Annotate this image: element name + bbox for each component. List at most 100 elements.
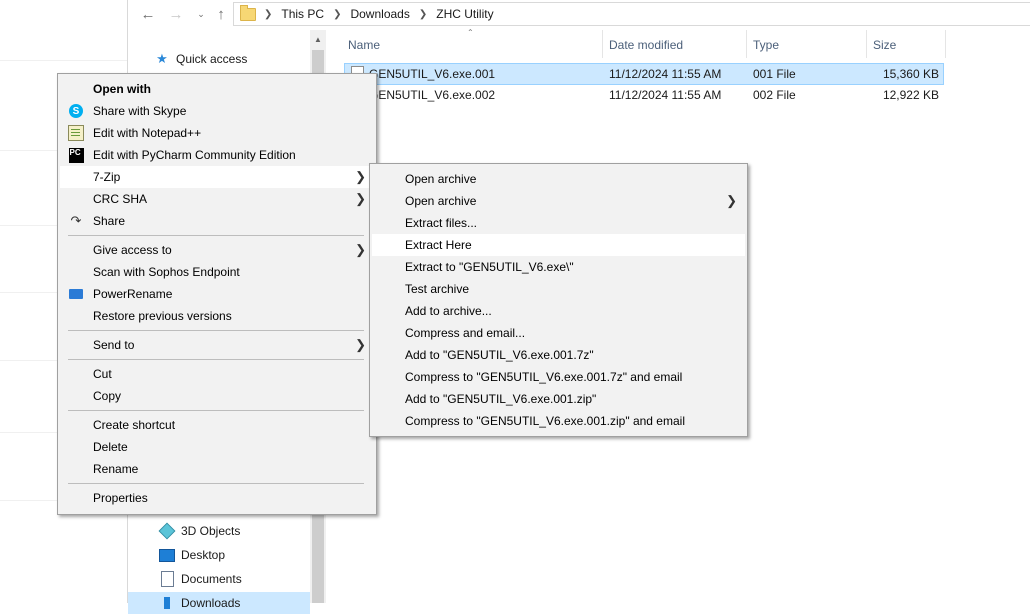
menu-item-label: Add to archive... <box>405 304 492 318</box>
menu-item-label: Compress to "GEN5UTIL_V6.exe.001.zip" an… <box>405 414 685 428</box>
menu-item-properties[interactable]: Properties <box>60 487 374 509</box>
downloads-icon <box>159 595 175 611</box>
menu-item-delete[interactable]: Delete <box>60 436 374 458</box>
nav-item-label: Documents <box>181 572 242 586</box>
star-icon: ★ <box>156 51 168 66</box>
menu-item-label: Share with Skype <box>93 104 187 118</box>
up-arrow-icon[interactable]: ↑ <box>211 4 231 24</box>
breadcrumb-this-pc[interactable]: This PC <box>281 7 324 21</box>
column-divider[interactable] <box>945 30 946 58</box>
nav-item-label: Desktop <box>181 548 226 562</box>
submenu-item-add-to-archive[interactable]: Add to archive... <box>372 300 745 322</box>
file-row[interactable]: GEN5UTIL_V6.exe.001 11/12/2024 11:55 AM … <box>344 63 944 85</box>
menu-item-label: Copy <box>93 389 122 403</box>
menu-item-label: Extract Here <box>405 238 472 252</box>
column-divider[interactable] <box>746 30 747 58</box>
nav-item-label: Quick access <box>176 52 248 66</box>
menu-item-label: Open archive <box>405 194 477 208</box>
menu-item-power-rename[interactable]: PowerRename <box>60 283 374 305</box>
menu-separator <box>68 359 364 360</box>
file-row[interactable]: GEN5UTIL_V6.exe.002 11/12/2024 11:55 AM … <box>344 85 942 105</box>
chevron-right-icon: ❯ <box>355 169 366 184</box>
cube-icon <box>158 522 176 540</box>
folder-icon <box>240 4 256 21</box>
file-name: GEN5UTIL_V6.exe.002 <box>369 88 496 102</box>
column-header-type[interactable]: Type <box>753 36 779 54</box>
submenu-item-add-to-zip[interactable]: Add to "GEN5UTIL_V6.exe.001.zip" <box>372 388 745 410</box>
submenu-item-compress-to-zip-and-email[interactable]: Compress to "GEN5UTIL_V6.exe.001.zip" an… <box>372 410 745 432</box>
column-header-name[interactable]: Name <box>348 36 380 54</box>
menu-item-label: Add to "GEN5UTIL_V6.exe.001.zip" <box>405 392 597 406</box>
menu-item-edit-with-pycharm[interactable]: PC Edit with PyCharm Community Edition <box>60 144 374 166</box>
menu-item-label: Send to <box>93 338 135 352</box>
submenu-item-test-archive[interactable]: Test archive <box>372 278 745 300</box>
column-divider[interactable] <box>866 30 867 58</box>
menu-item-edit-with-notepad-plus-plus[interactable]: Edit with Notepad++ <box>60 122 374 144</box>
menu-item-label: Rename <box>93 462 139 476</box>
menu-item-label: Delete <box>93 440 128 454</box>
menu-item-label: Properties <box>93 491 148 505</box>
scroll-up-arrow-icon[interactable]: ▲ <box>310 31 326 47</box>
nav-item-label: Downloads <box>181 596 241 610</box>
menu-item-give-access-to[interactable]: Give access to ❯ <box>60 239 374 261</box>
breadcrumb-current-folder[interactable]: ZHC Utility <box>436 7 493 21</box>
forward-arrow-icon[interactable]: → <box>166 4 186 24</box>
nav-item-downloads[interactable]: Downloads <box>128 592 310 614</box>
address-bar[interactable]: ❯ This PC ❯ Downloads ❯ ZHC Utility <box>233 2 1030 26</box>
recent-locations-chevron-icon[interactable]: ⌄ <box>191 4 211 24</box>
submenu-item-open-archive-as[interactable]: Open archive ❯ <box>372 190 745 212</box>
menu-item-send-to[interactable]: Send to ❯ <box>60 334 374 356</box>
power-rename-icon <box>68 286 84 302</box>
share-icon: ↷ <box>70 213 82 228</box>
menu-item-label: Compress to "GEN5UTIL_V6.exe.001.7z" and… <box>405 370 683 384</box>
menu-separator <box>68 483 364 484</box>
menu-item-label: Restore previous versions <box>93 309 232 323</box>
submenu-item-compress-to-7z-and-email[interactable]: Compress to "GEN5UTIL_V6.exe.001.7z" and… <box>372 366 745 388</box>
7-zip-submenu: Open archive Open archive ❯ Extract file… <box>369 163 748 437</box>
sort-ascending-icon: ⌃ <box>467 28 474 37</box>
menu-item-open-with[interactable]: Open with <box>60 78 374 100</box>
column-header-date-modified[interactable]: Date modified <box>609 36 683 54</box>
menu-item-create-shortcut[interactable]: Create shortcut <box>60 414 374 436</box>
submenu-item-open-archive[interactable]: Open archive <box>372 168 745 190</box>
menu-item-label: 7-Zip <box>93 170 121 184</box>
menu-item-7-zip[interactable]: 7-Zip ❯ <box>60 166 374 188</box>
menu-item-label: Share <box>93 214 126 228</box>
menu-item-crc-sha[interactable]: CRC SHA ❯ <box>60 188 374 210</box>
menu-item-label: Cut <box>93 367 112 381</box>
breadcrumb-downloads[interactable]: Downloads <box>350 7 409 21</box>
nav-item-quick-access[interactable]: ★ Quick access <box>154 48 247 70</box>
column-divider[interactable] <box>602 30 603 58</box>
context-menu: Open with S Share with Skype Edit with N… <box>57 73 377 515</box>
back-arrow-icon[interactable]: ← <box>138 4 158 24</box>
notepad-plus-plus-icon <box>68 125 84 141</box>
chevron-right-icon: ❯ <box>355 191 366 206</box>
nav-item-documents[interactable]: Documents <box>159 568 242 590</box>
chevron-right-icon: ❯ <box>355 337 366 352</box>
menu-item-label: Extract files... <box>405 216 478 230</box>
file-size: 12,922 KB <box>882 88 939 102</box>
submenu-item-extract-files[interactable]: Extract files... <box>372 212 745 234</box>
menu-item-label: Extract to "GEN5UTIL_V6.exe\" <box>405 260 574 274</box>
submenu-item-extract-here[interactable]: Extract Here <box>372 234 745 256</box>
menu-item-scan-with-sophos[interactable]: Scan with Sophos Endpoint <box>60 261 374 283</box>
menu-item-copy[interactable]: Copy <box>60 385 374 407</box>
menu-item-share[interactable]: ↷ Share <box>60 210 374 232</box>
chevron-right-icon: ❯ <box>333 8 342 20</box>
menu-item-cut[interactable]: Cut <box>60 363 374 385</box>
menu-item-label: Open with <box>93 82 151 96</box>
column-header-size[interactable]: Size <box>873 36 896 54</box>
menu-item-label: Test archive <box>405 282 470 296</box>
nav-item-label: 3D Objects <box>181 524 241 538</box>
menu-item-restore-previous-versions[interactable]: Restore previous versions <box>60 305 374 327</box>
nav-item-desktop[interactable]: Desktop <box>159 544 225 566</box>
menu-item-share-with-skype[interactable]: S Share with Skype <box>60 100 374 122</box>
menu-item-rename[interactable]: Rename <box>60 458 374 480</box>
submenu-item-add-to-7z[interactable]: Add to "GEN5UTIL_V6.exe.001.7z" <box>372 344 745 366</box>
submenu-item-compress-and-email[interactable]: Compress and email... <box>372 322 745 344</box>
nav-item-3d-objects[interactable]: 3D Objects <box>158 520 241 542</box>
submenu-item-extract-to-folder[interactable]: Extract to "GEN5UTIL_V6.exe\" <box>372 256 745 278</box>
menu-item-label: Add to "GEN5UTIL_V6.exe.001.7z" <box>405 348 594 362</box>
chevron-right-icon: ❯ <box>264 8 273 20</box>
file-date: 11/12/2024 11:55 AM <box>609 67 722 81</box>
